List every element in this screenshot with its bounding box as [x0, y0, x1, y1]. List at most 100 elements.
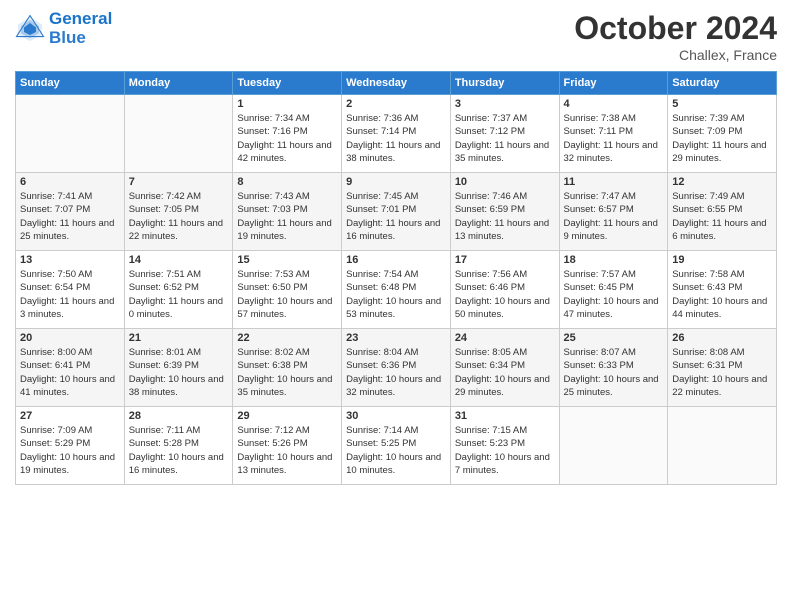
day-info: Sunrise: 7:46 AM Sunset: 6:59 PM Dayligh… [455, 190, 555, 243]
day-number: 12 [672, 176, 772, 188]
logo-icon [15, 14, 45, 44]
day-info: Sunrise: 7:12 AM Sunset: 5:26 PM Dayligh… [237, 424, 337, 477]
day-info: Sunrise: 7:50 AM Sunset: 6:54 PM Dayligh… [20, 268, 120, 321]
day-info: Sunrise: 7:57 AM Sunset: 6:45 PM Dayligh… [564, 268, 664, 321]
day-number: 24 [455, 332, 555, 344]
day-info: Sunrise: 7:11 AM Sunset: 5:28 PM Dayligh… [129, 424, 229, 477]
day-number: 7 [129, 176, 229, 188]
day-info: Sunrise: 8:05 AM Sunset: 6:34 PM Dayligh… [455, 346, 555, 399]
calendar-cell: 16Sunrise: 7:54 AM Sunset: 6:48 PM Dayli… [342, 251, 451, 329]
day-info: Sunrise: 7:15 AM Sunset: 5:23 PM Dayligh… [455, 424, 555, 477]
calendar-cell: 31 Sunrise: 7:15 AM Sunset: 5:23 PM Dayli… [450, 407, 559, 485]
calendar-cell: 20Sunrise: 8:00 AM Sunset: 6:41 PM Dayli… [16, 329, 125, 407]
calendar-cell [16, 95, 125, 173]
week-row-1: 1 Sunrise: 7:34 AM Sunset: 7:16 PM Daylig… [16, 95, 777, 173]
calendar-table: SundayMondayTuesdayWednesdayThursdayFrid… [15, 71, 777, 485]
week-row-3: 13 Sunrise: 7:50 AM Sunset: 6:54 PM Dayli… [16, 251, 777, 329]
day-number: 2 [346, 98, 446, 110]
title-block: October 2024 Challex, France [574, 10, 777, 63]
day-number: 3 [455, 98, 555, 110]
day-info: Sunrise: 7:58 AM Sunset: 6:43 PM Dayligh… [672, 268, 772, 321]
day-info: Sunrise: 8:00 AM Sunset: 6:41 PM Dayligh… [20, 346, 120, 399]
calendar-cell: 11Sunrise: 7:47 AM Sunset: 6:57 PM Dayli… [559, 173, 668, 251]
calendar-cell: 8Sunrise: 7:43 AM Sunset: 7:03 PM Daylig… [233, 173, 342, 251]
day-number: 13 [20, 254, 120, 266]
calendar-cell: 3 Sunrise: 7:37 AM Sunset: 7:12 PM Daylig… [450, 95, 559, 173]
calendar-cell: 27 Sunrise: 7:09 AM Sunset: 5:29 PM Dayli… [16, 407, 125, 485]
day-info: Sunrise: 7:42 AM Sunset: 7:05 PM Dayligh… [129, 190, 229, 243]
calendar-cell: 29 Sunrise: 7:12 AM Sunset: 5:26 PM Dayli… [233, 407, 342, 485]
weekday-header-sunday: Sunday [16, 72, 125, 95]
weekday-header-monday: Monday [124, 72, 233, 95]
calendar-cell: 4 Sunrise: 7:38 AM Sunset: 7:11 PM Daylig… [559, 95, 668, 173]
day-info: Sunrise: 7:09 AM Sunset: 5:29 PM Dayligh… [20, 424, 120, 477]
day-number: 23 [346, 332, 446, 344]
calendar-cell: 9Sunrise: 7:45 AM Sunset: 7:01 PM Daylig… [342, 173, 451, 251]
day-number: 22 [237, 332, 337, 344]
calendar-cell: 21 Sunrise: 8:01 AM Sunset: 6:39 PM Dayli… [124, 329, 233, 407]
calendar-cell: 2 Sunrise: 7:36 AM Sunset: 7:14 PM Daylig… [342, 95, 451, 173]
day-number: 27 [20, 410, 120, 422]
week-row-2: 6 Sunrise: 7:41 AM Sunset: 7:07 PM Daylig… [16, 173, 777, 251]
calendar-cell: 14Sunrise: 7:51 AM Sunset: 6:52 PM Dayli… [124, 251, 233, 329]
calendar-cell: 6 Sunrise: 7:41 AM Sunset: 7:07 PM Daylig… [16, 173, 125, 251]
logo-text: General Blue [49, 10, 112, 47]
weekday-header-thursday: Thursday [450, 72, 559, 95]
weekday-header-friday: Friday [559, 72, 668, 95]
day-info: Sunrise: 7:14 AM Sunset: 5:25 PM Dayligh… [346, 424, 446, 477]
day-info: Sunrise: 7:38 AM Sunset: 7:11 PM Dayligh… [564, 112, 664, 165]
page-container: General Blue October 2024 Challex, Franc… [0, 0, 792, 495]
day-number: 31 [455, 410, 555, 422]
day-number: 19 [672, 254, 772, 266]
calendar-cell: 23 Sunrise: 8:04 AM Sunset: 6:36 PM Dayli… [342, 329, 451, 407]
day-info: Sunrise: 7:53 AM Sunset: 6:50 PM Dayligh… [237, 268, 337, 321]
weekday-header-tuesday: Tuesday [233, 72, 342, 95]
day-info: Sunrise: 7:45 AM Sunset: 7:01 PM Dayligh… [346, 190, 446, 243]
calendar-cell: 25Sunrise: 8:07 AM Sunset: 6:33 PM Dayli… [559, 329, 668, 407]
location: Challex, France [574, 47, 777, 63]
day-number: 26 [672, 332, 772, 344]
day-info: Sunrise: 8:01 AM Sunset: 6:39 PM Dayligh… [129, 346, 229, 399]
day-number: 11 [564, 176, 664, 188]
day-number: 16 [346, 254, 446, 266]
calendar-cell: 30 Sunrise: 7:14 AM Sunset: 5:25 PM Dayli… [342, 407, 451, 485]
day-info: Sunrise: 7:39 AM Sunset: 7:09 PM Dayligh… [672, 112, 772, 165]
calendar-cell: 12 Sunrise: 7:49 AM Sunset: 6:55 PM Dayli… [668, 173, 777, 251]
calendar-cell: 18 Sunrise: 7:57 AM Sunset: 6:45 PM Dayli… [559, 251, 668, 329]
day-info: Sunrise: 7:34 AM Sunset: 7:16 PM Dayligh… [237, 112, 337, 165]
weekday-header-row: SundayMondayTuesdayWednesdayThursdayFrid… [16, 72, 777, 95]
calendar-cell [559, 407, 668, 485]
calendar-cell: 7 Sunrise: 7:42 AM Sunset: 7:05 PM Daylig… [124, 173, 233, 251]
day-number: 6 [20, 176, 120, 188]
day-info: Sunrise: 8:02 AM Sunset: 6:38 PM Dayligh… [237, 346, 337, 399]
calendar-cell: 19 Sunrise: 7:58 AM Sunset: 6:43 PM Dayli… [668, 251, 777, 329]
day-info: Sunrise: 7:49 AM Sunset: 6:55 PM Dayligh… [672, 190, 772, 243]
calendar-cell: 24 Sunrise: 8:05 AM Sunset: 6:34 PM Dayli… [450, 329, 559, 407]
day-number: 5 [672, 98, 772, 110]
day-info: Sunrise: 7:41 AM Sunset: 7:07 PM Dayligh… [20, 190, 120, 243]
day-number: 30 [346, 410, 446, 422]
day-number: 14 [129, 254, 229, 266]
day-number: 21 [129, 332, 229, 344]
day-number: 10 [455, 176, 555, 188]
day-info: Sunrise: 8:07 AM Sunset: 6:33 PM Dayligh… [564, 346, 664, 399]
day-info: Sunrise: 7:37 AM Sunset: 7:12 PM Dayligh… [455, 112, 555, 165]
month-title: October 2024 [574, 10, 777, 47]
header: General Blue October 2024 Challex, Franc… [15, 10, 777, 63]
calendar-cell: 28Sunrise: 7:11 AM Sunset: 5:28 PM Dayli… [124, 407, 233, 485]
calendar-cell: 17Sunrise: 7:56 AM Sunset: 6:46 PM Dayli… [450, 251, 559, 329]
week-row-4: 20Sunrise: 8:00 AM Sunset: 6:41 PM Dayli… [16, 329, 777, 407]
day-info: Sunrise: 8:04 AM Sunset: 6:36 PM Dayligh… [346, 346, 446, 399]
calendar-cell [668, 407, 777, 485]
day-info: Sunrise: 7:36 AM Sunset: 7:14 PM Dayligh… [346, 112, 446, 165]
weekday-header-saturday: Saturday [668, 72, 777, 95]
day-number: 17 [455, 254, 555, 266]
day-number: 4 [564, 98, 664, 110]
day-number: 29 [237, 410, 337, 422]
day-info: Sunrise: 8:08 AM Sunset: 6:31 PM Dayligh… [672, 346, 772, 399]
calendar-cell: 26 Sunrise: 8:08 AM Sunset: 6:31 PM Dayli… [668, 329, 777, 407]
calendar-cell: 13 Sunrise: 7:50 AM Sunset: 6:54 PM Dayli… [16, 251, 125, 329]
day-number: 18 [564, 254, 664, 266]
calendar-cell: 10 Sunrise: 7:46 AM Sunset: 6:59 PM Dayli… [450, 173, 559, 251]
day-number: 1 [237, 98, 337, 110]
